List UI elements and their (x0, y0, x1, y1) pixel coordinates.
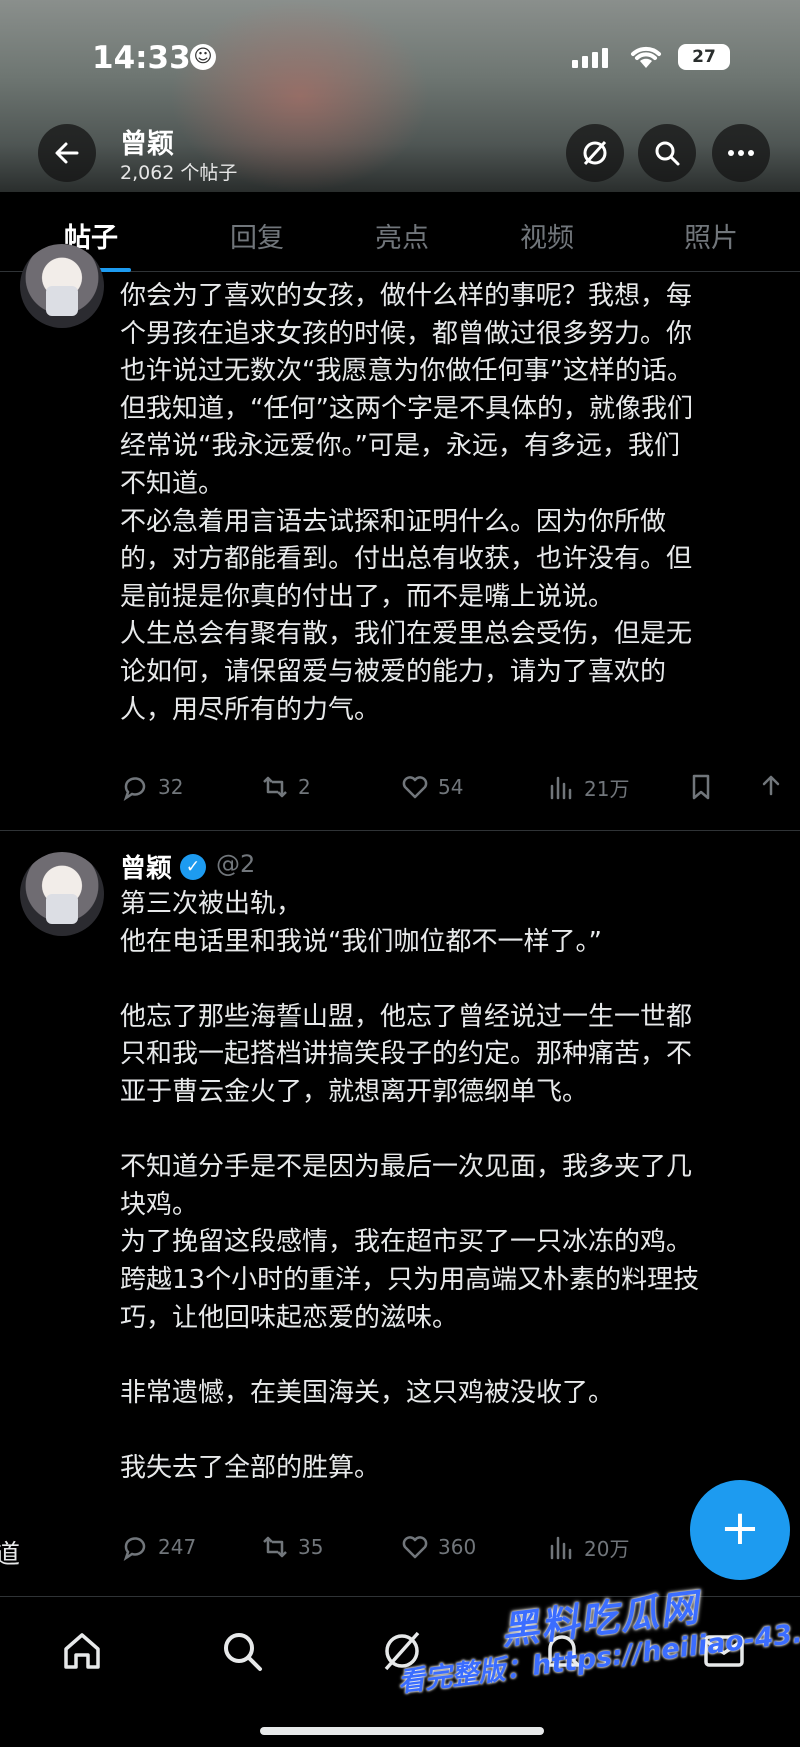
status-time: 14:33 (92, 40, 191, 76)
view-count: 20万 (584, 1536, 630, 1561)
more-icon (728, 150, 754, 156)
tab-photos[interactable]: 照片 (684, 216, 738, 255)
analytics-icon (550, 1536, 572, 1560)
post-divider (0, 830, 800, 831)
reply-button[interactable]: 247 (120, 1532, 196, 1562)
share-icon (762, 775, 780, 796)
repost-icon (263, 776, 287, 798)
verified-badge-icon: ✓ (180, 853, 207, 880)
comment-icon (123, 777, 146, 802)
post-actions: 247 35 360 20万 (120, 1532, 780, 1568)
post-author[interactable]: 曾颖 ✓ (120, 848, 207, 885)
profile-tabs: 帖子 回复 亮点 视频 照片 (0, 192, 800, 272)
home-indicator (260, 1727, 544, 1735)
search-icon (655, 141, 680, 166)
status-bar: 14:33 ☺ 27 (0, 30, 800, 90)
like-count: 54 (438, 775, 464, 799)
heart-icon (402, 776, 428, 799)
post-actions: 32 2 54 21万 (120, 772, 780, 808)
cellular-signal-icon (572, 48, 608, 68)
author-name: 曾颖 (120, 854, 173, 884)
post-text: 第三次被出轨， 他在电话里和我说“我们咖位都不一样了。” 他忘了那些海誓山盟，他… (120, 889, 700, 1483)
repost-button[interactable]: 35 (260, 1532, 323, 1562)
profile-name: 曾颖 (120, 129, 174, 160)
reply-count: 247 (158, 1535, 197, 1559)
smiley-icon: ☺ (190, 44, 216, 70)
tab-videos[interactable]: 视频 (520, 216, 574, 255)
compose-post-button[interactable]: + (690, 1480, 790, 1580)
more-options-button[interactable] (712, 124, 770, 182)
battery-indicator: 27 (678, 44, 730, 70)
arrow-left-icon (55, 142, 79, 164)
views-button[interactable]: 20万 (546, 1532, 629, 1562)
comment-icon (123, 1537, 146, 1562)
tab-highlights[interactable]: 亮点 (375, 216, 429, 255)
avatar[interactable] (20, 852, 104, 936)
profile-header: 曾颖 2,062 个帖子 (0, 120, 800, 192)
home-icon[interactable] (58, 1627, 106, 1675)
wifi-icon (631, 46, 661, 68)
bookmark-icon (692, 774, 710, 800)
avatar[interactable] (20, 244, 104, 328)
post-count: 2,062 个帖子 (120, 162, 238, 184)
repost-count: 35 (298, 1535, 324, 1559)
repost-count: 2 (298, 775, 311, 799)
search-button[interactable] (638, 124, 696, 182)
repost-button[interactable]: 2 (260, 772, 311, 802)
analytics-icon (550, 776, 572, 800)
reply-button[interactable]: 32 (120, 772, 183, 802)
search-icon[interactable] (218, 1627, 266, 1675)
edge-text: 道 (0, 1540, 21, 1570)
like-button[interactable]: 54 (400, 772, 463, 802)
views-button[interactable]: 21万 (546, 772, 629, 802)
share-button[interactable] (756, 772, 786, 802)
reply-count: 32 (158, 775, 184, 799)
heart-icon (402, 1536, 428, 1559)
like-button[interactable]: 360 (400, 1532, 476, 1562)
repost-icon (263, 1536, 287, 1558)
grok-button[interactable] (566, 124, 624, 182)
post-text: 你会为了喜欢的女孩，做什么样的事呢？我想，每 个男孩在追求女孩的时候，都曾做过很… (120, 281, 693, 725)
author-handle[interactable]: @2 (216, 850, 255, 878)
back-button[interactable] (38, 124, 96, 182)
tab-replies[interactable]: 回复 (230, 216, 284, 255)
view-count: 21万 (584, 776, 630, 801)
bookmark-button[interactable] (686, 772, 716, 802)
like-count: 360 (438, 1535, 477, 1559)
grok-icon (583, 140, 607, 166)
